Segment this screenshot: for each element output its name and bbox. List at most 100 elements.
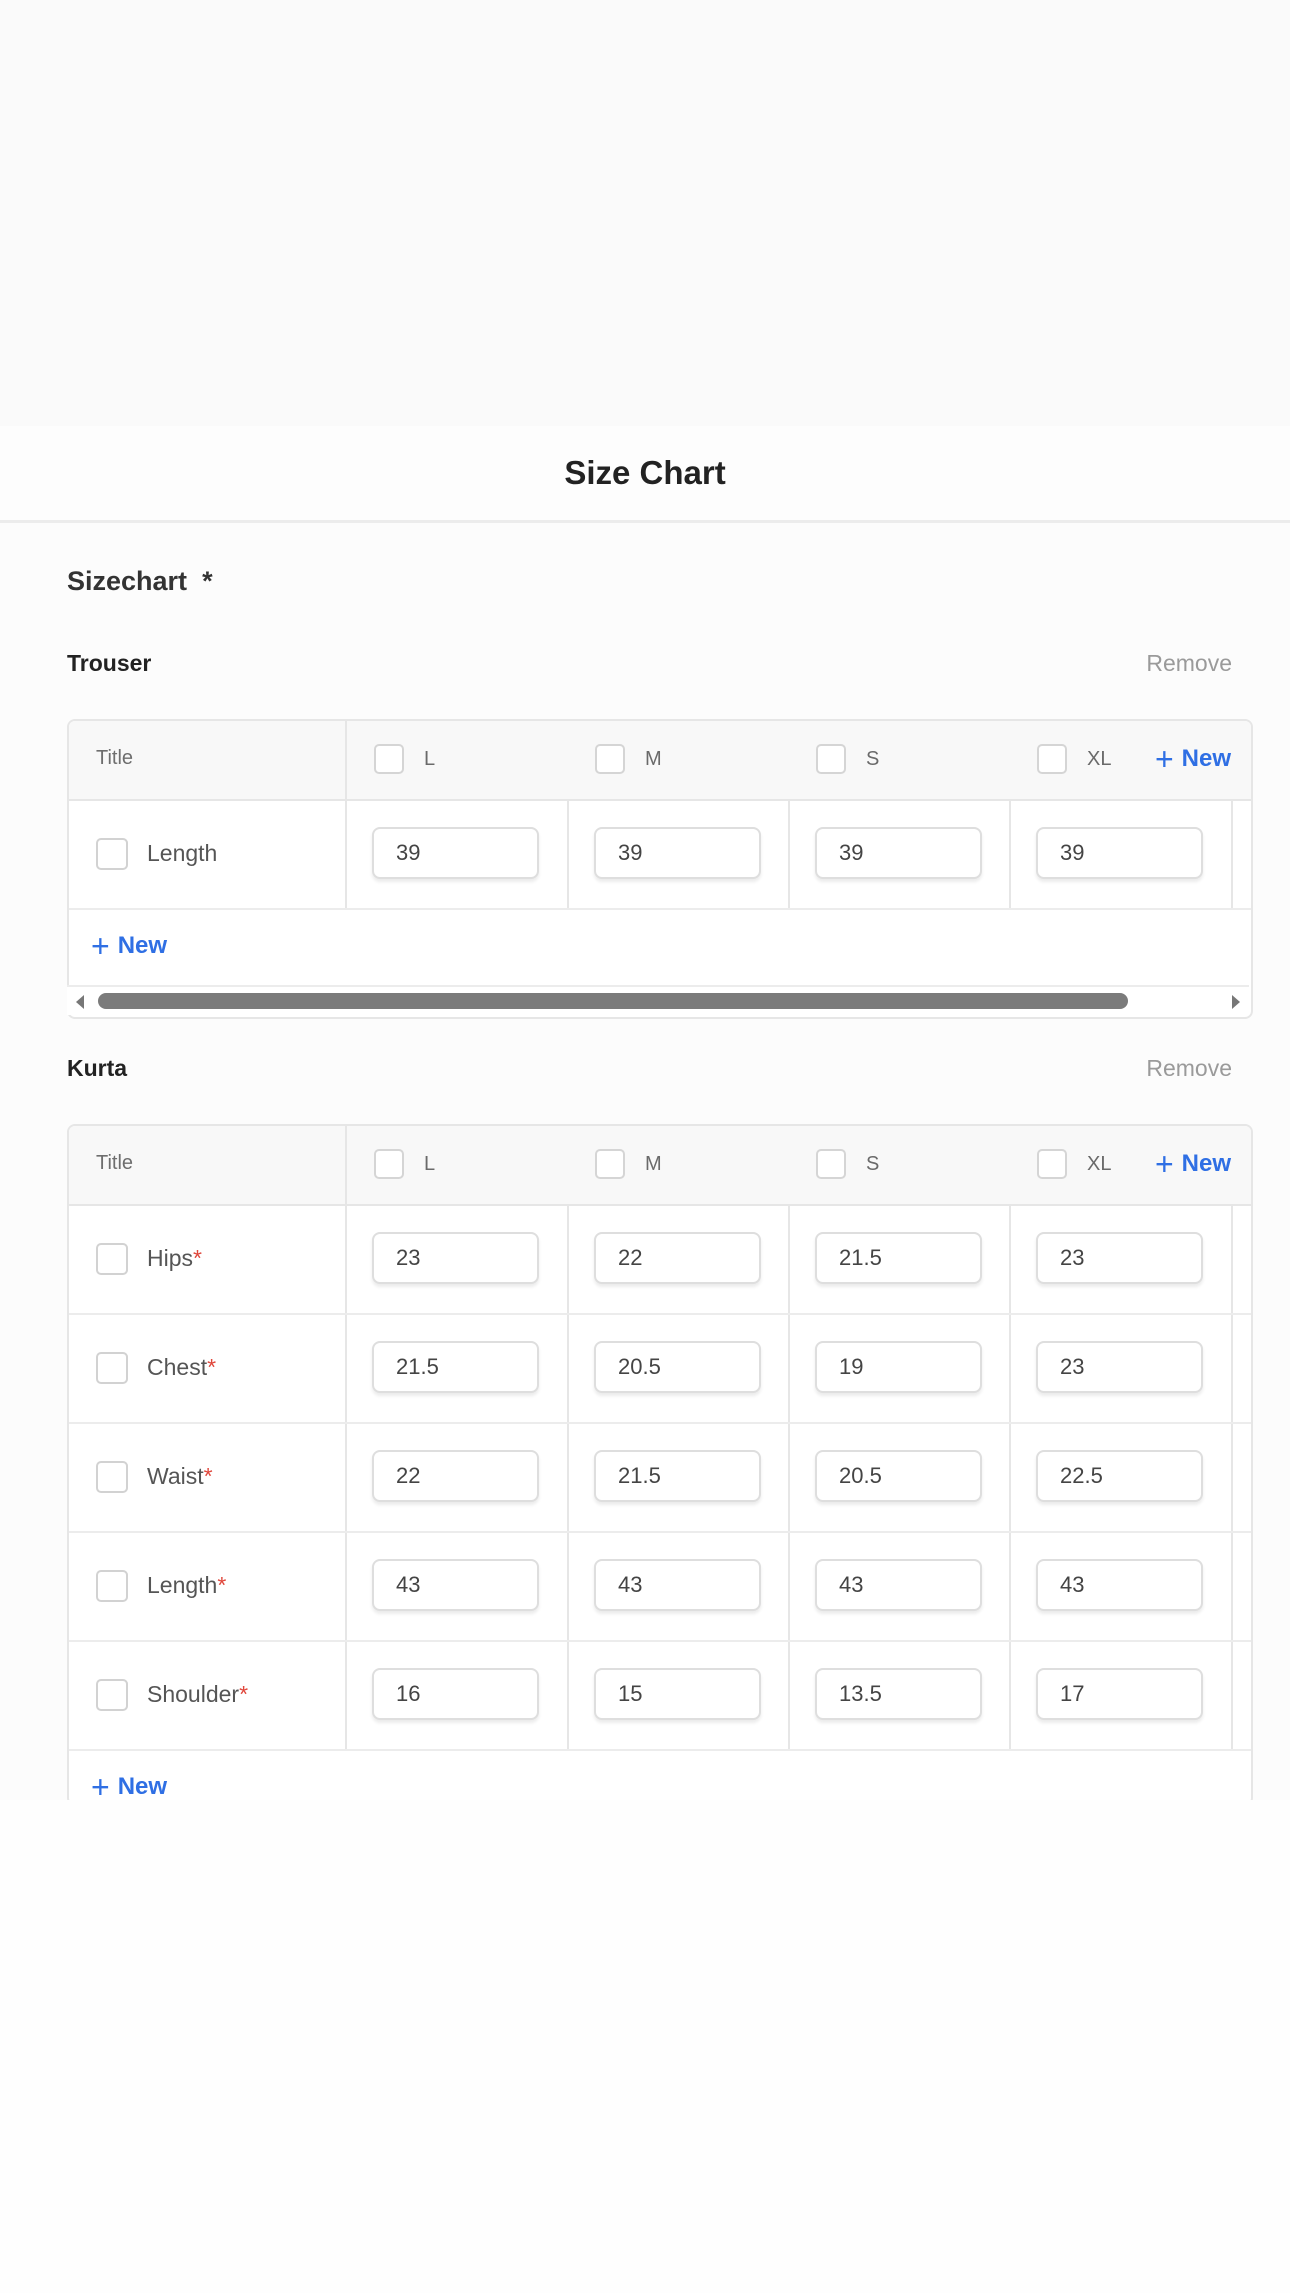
- blank-area-bottom: [0, 1800, 1290, 2293]
- divider: [1009, 1424, 1011, 1531]
- row-title: Hips*: [147, 1245, 202, 1272]
- divider: [1009, 1533, 1011, 1640]
- column-header-l: L: [374, 743, 435, 775]
- size-value-input[interactable]: 22: [594, 1232, 761, 1284]
- row-title: Length: [147, 840, 218, 866]
- horizontal-scrollbar[interactable]: [67, 985, 1249, 1015]
- scroll-left-icon[interactable]: [76, 995, 84, 1009]
- column-label: M: [645, 1152, 662, 1175]
- add-row-area: + New: [69, 1751, 1251, 1805]
- column-checkbox[interactable]: [595, 744, 625, 774]
- add-row-button[interactable]: + New: [91, 1769, 167, 1805]
- divider: [345, 1424, 347, 1531]
- divider: [567, 1424, 569, 1531]
- size-value-input[interactable]: 15: [594, 1668, 761, 1720]
- title-column-header: Title: [96, 747, 134, 769]
- modal-header: Size Chart: [0, 426, 1290, 523]
- plus-icon: +: [1154, 1146, 1174, 1182]
- plus-icon: +: [91, 1769, 110, 1805]
- row-checkbox[interactable]: [96, 1352, 128, 1384]
- group-name-trouser: Trouser: [67, 650, 152, 676]
- column-label: XL: [1087, 1152, 1112, 1175]
- table-row: Length* 43 43 43 43: [69, 1533, 1251, 1642]
- row-title-text: Shoulder: [147, 1681, 240, 1707]
- size-value-input[interactable]: 21.5: [372, 1341, 539, 1393]
- size-value-input[interactable]: 39: [1036, 827, 1203, 879]
- size-value-input[interactable]: 43: [594, 1559, 761, 1611]
- divider: [1009, 1206, 1011, 1313]
- size-value-input[interactable]: 21.5: [815, 1232, 982, 1284]
- divider: [567, 1642, 569, 1749]
- table-row: Hips* 23 22 21.5 23: [69, 1206, 1251, 1315]
- table-row: Length 39 39 39 39: [69, 801, 1251, 910]
- table-row: Chest* 21.5 20.5 19 23: [69, 1315, 1251, 1424]
- size-value-input[interactable]: 13.5: [815, 1668, 982, 1720]
- divider: [567, 1533, 569, 1640]
- blank-area-top: [0, 0, 1290, 426]
- column-checkbox[interactable]: [816, 744, 846, 774]
- column-header-m: M: [595, 743, 662, 775]
- size-value-input[interactable]: 17: [1036, 1668, 1203, 1720]
- divider: [1231, 1315, 1233, 1422]
- size-value-input[interactable]: 43: [815, 1559, 982, 1611]
- remove-kurta-button[interactable]: Remove: [1146, 1055, 1232, 1082]
- row-checkbox[interactable]: [96, 1243, 128, 1275]
- size-value-input[interactable]: 39: [372, 827, 539, 879]
- required-mark: *: [193, 1245, 202, 1271]
- column-label: L: [424, 747, 436, 770]
- size-value-input[interactable]: 39: [815, 827, 982, 879]
- divider: [1231, 1424, 1233, 1531]
- row-title-text: Waist: [147, 1463, 204, 1489]
- divider: [345, 721, 347, 799]
- size-value-input[interactable]: 21.5: [594, 1450, 761, 1502]
- column-checkbox[interactable]: [816, 1149, 846, 1179]
- table-header: Title L M S XL + New: [69, 1126, 1251, 1206]
- table-row: Shoulder* 16 15 13.5 17: [69, 1642, 1251, 1751]
- table-row: Waist* 22 21.5 20.5 22.5: [69, 1424, 1251, 1533]
- column-header-s: S: [816, 743, 879, 775]
- divider: [345, 1126, 347, 1204]
- size-value-input[interactable]: 16: [372, 1668, 539, 1720]
- size-value-input[interactable]: 20.5: [815, 1450, 982, 1502]
- table-header: Title L M S XL + New: [69, 721, 1251, 801]
- size-value-input[interactable]: 43: [1036, 1559, 1203, 1611]
- add-column-button[interactable]: + New: [1155, 743, 1231, 775]
- divider: [788, 1642, 790, 1749]
- title-column-header: Title: [96, 1152, 134, 1174]
- column-checkbox[interactable]: [1037, 1149, 1067, 1179]
- size-value-input[interactable]: 39: [594, 827, 761, 879]
- row-checkbox[interactable]: [96, 1461, 128, 1493]
- divider: [345, 1533, 347, 1640]
- required-mark: *: [207, 1354, 217, 1380]
- add-column-button[interactable]: + New: [1154, 1146, 1231, 1182]
- scroll-right-icon[interactable]: [1232, 995, 1240, 1009]
- divider: [567, 1315, 569, 1422]
- size-value-input[interactable]: 23: [1036, 1341, 1203, 1393]
- size-value-input[interactable]: 23: [372, 1232, 539, 1284]
- size-table-trouser: Title L M S XL + New Length 39 39 39 39 …: [67, 719, 1253, 1019]
- size-value-input[interactable]: 43: [372, 1559, 539, 1611]
- size-value-input[interactable]: 22: [372, 1450, 539, 1502]
- add-row-button[interactable]: + New: [91, 930, 167, 962]
- column-header-l: L: [374, 1148, 435, 1180]
- column-checkbox[interactable]: [374, 744, 404, 774]
- size-value-input[interactable]: 20.5: [594, 1341, 761, 1393]
- column-checkbox[interactable]: [595, 1149, 625, 1179]
- add-column-label: New: [1181, 1150, 1231, 1177]
- size-value-input[interactable]: 19: [815, 1341, 982, 1393]
- row-checkbox[interactable]: [96, 1679, 128, 1711]
- divider: [1231, 801, 1233, 908]
- column-label: S: [866, 1152, 880, 1175]
- row-checkbox[interactable]: [96, 1570, 128, 1602]
- scrollbar-thumb[interactable]: [98, 993, 1128, 1009]
- divider: [788, 1533, 790, 1640]
- size-value-input[interactable]: 23: [1036, 1232, 1203, 1284]
- divider: [1231, 1642, 1233, 1749]
- remove-trouser-button[interactable]: Remove: [1146, 650, 1232, 677]
- column-label: S: [866, 747, 880, 770]
- size-value-input[interactable]: 22.5: [1036, 1450, 1203, 1502]
- column-checkbox[interactable]: [1037, 744, 1067, 774]
- column-checkbox[interactable]: [374, 1149, 404, 1179]
- divider: [345, 1642, 347, 1749]
- row-checkbox[interactable]: [96, 838, 128, 870]
